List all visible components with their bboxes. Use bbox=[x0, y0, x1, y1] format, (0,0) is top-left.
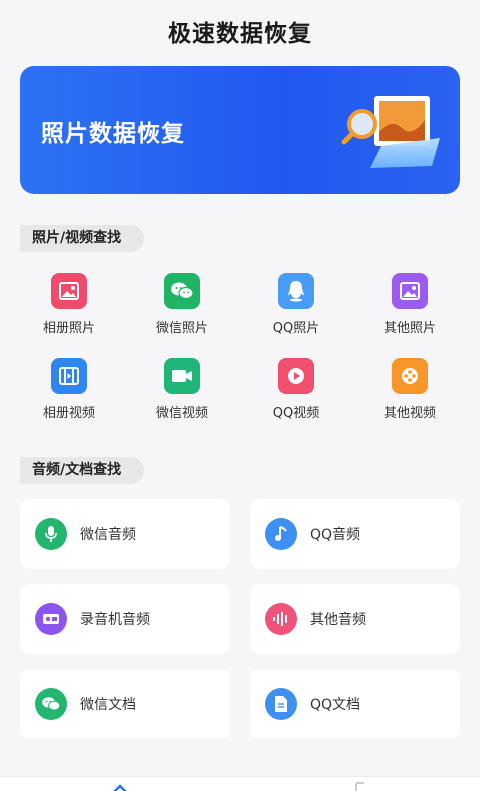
qq-icon bbox=[278, 273, 314, 309]
card-qq-audio[interactable]: QQ音频 bbox=[250, 499, 460, 569]
image-icon bbox=[392, 273, 428, 309]
card-wechat-documents[interactable]: 微信文档 bbox=[20, 669, 230, 739]
play-icon bbox=[278, 358, 314, 394]
card-label: 微信音频 bbox=[80, 527, 136, 543]
card-label: QQ音频 bbox=[310, 527, 361, 543]
wechat-icon bbox=[164, 273, 200, 309]
grid-item-album-videos[interactable]: 相册视频 bbox=[21, 358, 117, 428]
card-recorder-audio[interactable]: 录音机音频 bbox=[20, 584, 230, 654]
grid-item-label: 相册视频 bbox=[42, 406, 95, 421]
card-label: QQ文档 bbox=[310, 697, 361, 713]
grid-item-label: 相册照片 bbox=[42, 321, 95, 336]
film-reel-icon bbox=[392, 358, 428, 394]
music-note-icon bbox=[265, 518, 297, 550]
grid-item-label: QQ照片 bbox=[272, 321, 320, 336]
home-icon[interactable] bbox=[112, 784, 128, 791]
grid-item-label: 其他视频 bbox=[383, 406, 436, 421]
grid-item-label: 微信照片 bbox=[155, 321, 208, 336]
grid-item-other-videos[interactable]: 其他视频 bbox=[362, 358, 458, 428]
microphone-icon bbox=[35, 518, 67, 550]
gallery-photo-icon bbox=[51, 273, 87, 309]
document-icon bbox=[265, 688, 297, 720]
grid-item-qq-photos[interactable]: QQ照片 bbox=[248, 273, 344, 343]
audio-document-section-title: 音频/文档查找 bbox=[20, 457, 144, 484]
recorder-icon bbox=[35, 603, 67, 635]
grid-item-wechat-photos[interactable]: 微信照片 bbox=[134, 273, 230, 343]
page-title: 极速数据恢复 bbox=[168, 21, 312, 47]
sound-wave-icon bbox=[265, 603, 297, 635]
card-other-audio[interactable]: 其他音频 bbox=[250, 584, 460, 654]
card-wechat-audio[interactable]: 微信音频 bbox=[20, 499, 230, 569]
grid-item-album-photos[interactable]: 相册照片 bbox=[21, 273, 117, 343]
grid-item-other-photos[interactable]: 其他照片 bbox=[362, 273, 458, 343]
photo-recovery-banner[interactable]: 照片数据恢复 bbox=[20, 66, 460, 194]
video-camera-icon bbox=[164, 358, 200, 394]
film-icon bbox=[51, 358, 87, 394]
bottom-navigation bbox=[0, 776, 480, 791]
grid-item-label: QQ视频 bbox=[272, 406, 320, 421]
photo-video-section-title: 照片/视频查找 bbox=[20, 225, 144, 252]
card-qq-documents[interactable]: QQ文档 bbox=[250, 669, 460, 739]
grid-item-wechat-videos[interactable]: 微信视频 bbox=[134, 358, 230, 428]
grid-item-label: 微信视频 bbox=[155, 406, 208, 421]
grid-item-label: 其他照片 bbox=[383, 321, 436, 336]
card-label: 其他音频 bbox=[310, 612, 366, 628]
profile-icon[interactable] bbox=[352, 782, 368, 791]
banner-title: 照片数据恢复 bbox=[41, 121, 185, 147]
grid-item-qq-videos[interactable]: QQ视频 bbox=[248, 358, 344, 428]
photo-folder-magnifier-icon bbox=[341, 96, 440, 168]
card-label: 录音机音频 bbox=[80, 612, 150, 628]
card-label: 微信文档 bbox=[80, 697, 136, 713]
wechat-icon bbox=[35, 688, 67, 720]
